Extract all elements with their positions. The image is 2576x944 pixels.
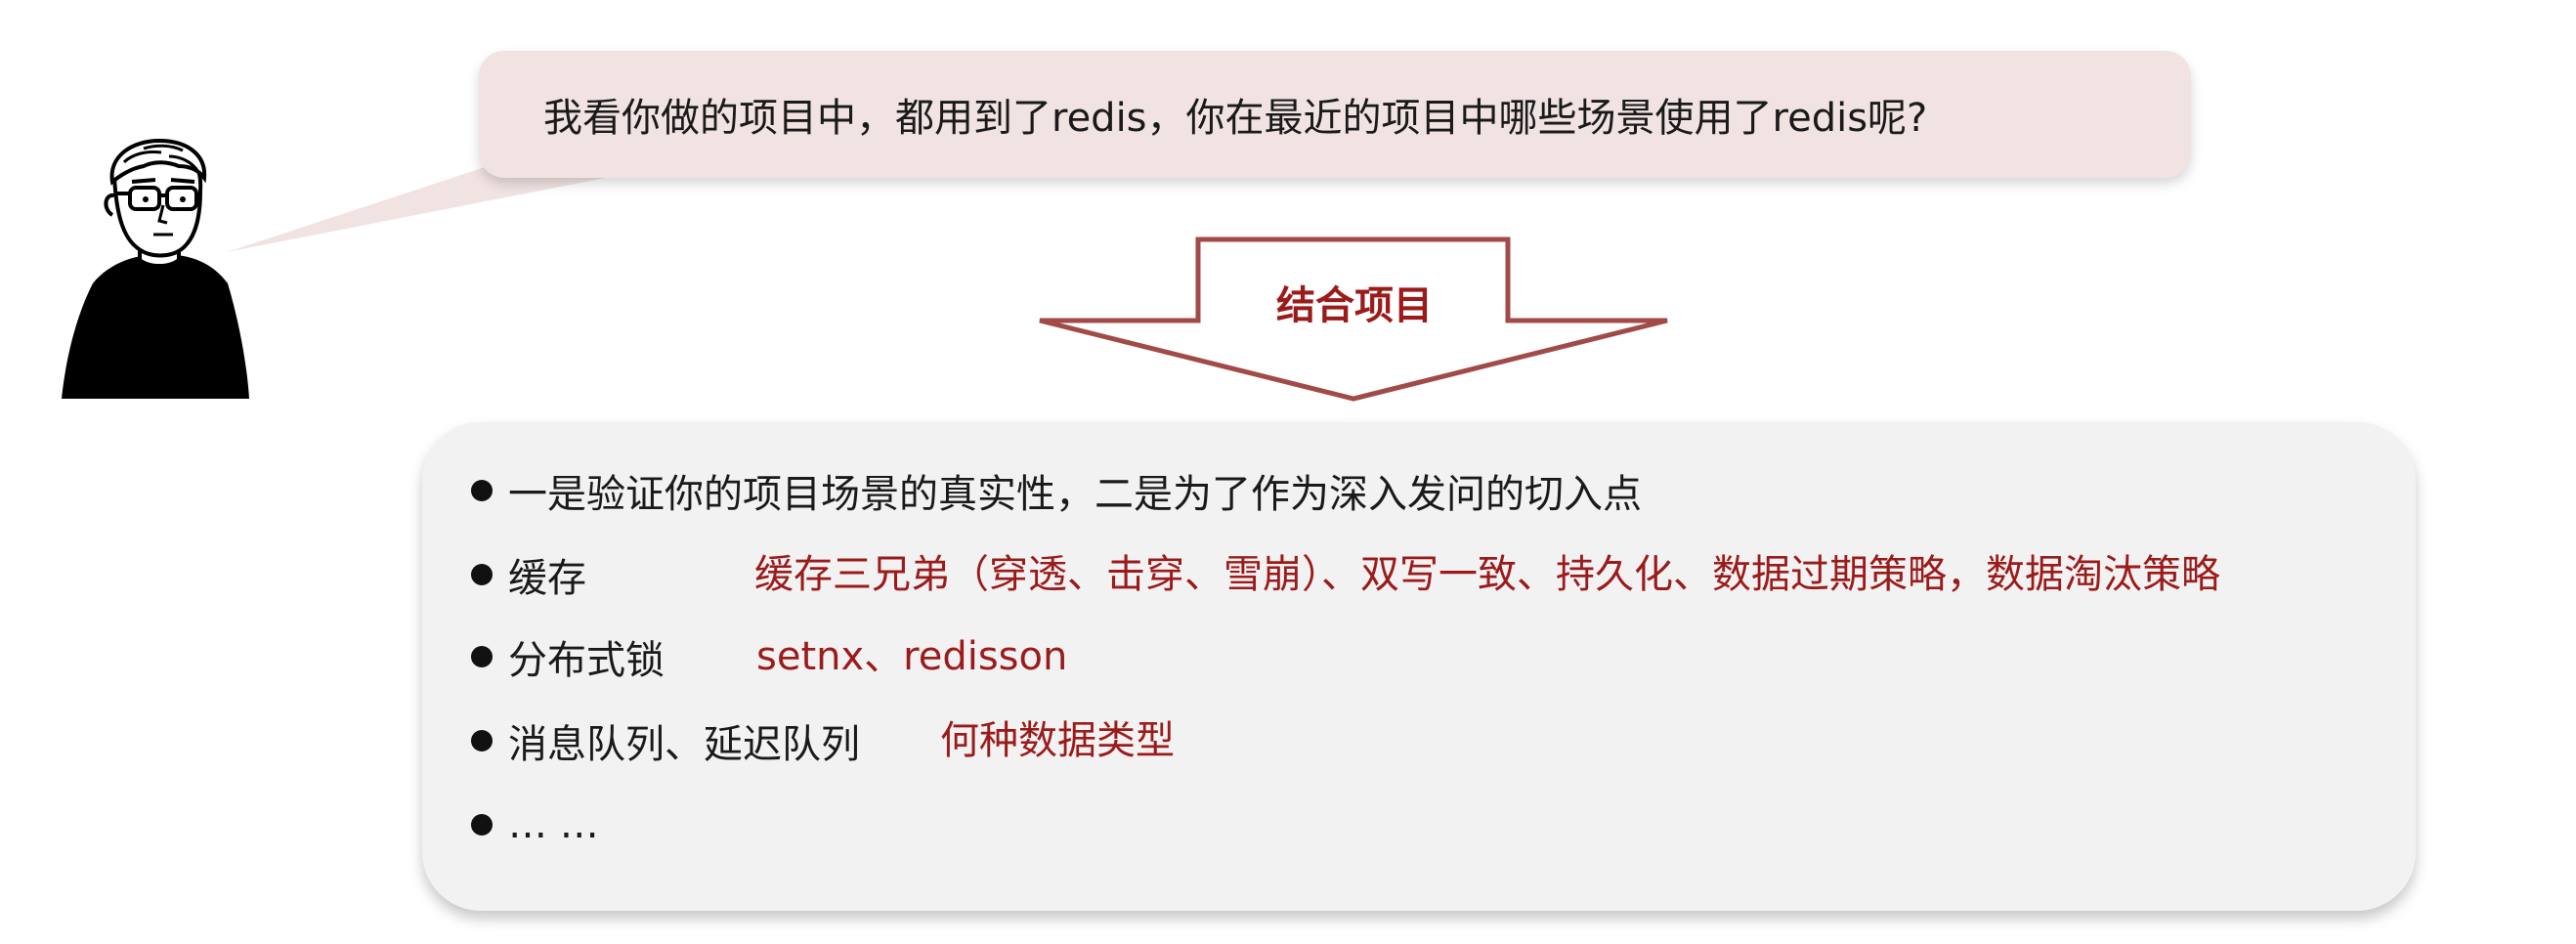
point-label: 消息队列、延迟队列	[508, 722, 860, 767]
bullet-icon	[471, 814, 493, 836]
point-cache: 缓存	[471, 545, 586, 604]
arrow-label: 结合项目	[1276, 283, 1433, 328]
point-label: … …	[508, 802, 599, 847]
bullet-icon	[471, 730, 493, 751]
answer-points-box: 一是验证你的项目场景的真实性，二是为了作为深入发问的切入点 缓存 缓存三兄弟（穿…	[422, 422, 2416, 911]
point-label: 缓存	[508, 556, 586, 601]
bullet-icon	[471, 480, 493, 501]
point-distributed-lock: 分布式锁	[471, 627, 665, 686]
interview-question: 我看你做的项目中，都用到了redis，你在最近的项目中哪些场景使用了redis呢…	[543, 96, 1928, 141]
point-purpose: 一是验证你的项目场景的真实性，二是为了作为深入发问的切入点	[471, 461, 1642, 520]
point-more: … …	[471, 795, 599, 854]
point-label: 一是验证你的项目场景的真实性，二是为了作为深入发问的切入点	[508, 472, 1642, 517]
point-detail: 何种数据类型	[940, 718, 1175, 763]
question-speech-bubble: 我看你做的项目中，都用到了redis，你在最近的项目中哪些场景使用了redis呢…	[479, 51, 2191, 178]
point-message-queue: 消息队列、延迟队列	[471, 711, 860, 770]
point-label: 分布式锁	[508, 638, 665, 683]
bullet-icon	[471, 646, 493, 667]
bullet-icon	[471, 564, 493, 585]
point-detail: setnx、redisson	[756, 634, 1068, 679]
interviewer-avatar-icon	[62, 138, 249, 399]
point-detail: 缓存三兄弟（穿透、击穿、雪崩）、双写一致、持久化、数据过期策略，数据淘汰策略	[754, 552, 2220, 597]
